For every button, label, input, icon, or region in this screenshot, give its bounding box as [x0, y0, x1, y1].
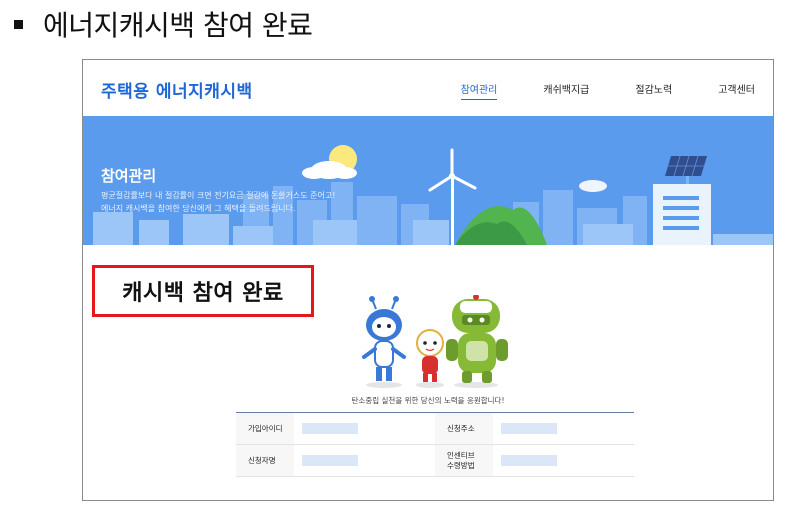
website-screenshot: 주택용 에너지캐시백 참여관리 캐쉬백지급 절감노력 고객센터 참여관리 평균절… — [82, 59, 774, 501]
label-applicant-name: 신청자명 — [236, 445, 294, 476]
encouragement-message: 탄소중립 실천을 위한 당신의 노력을 응원합니다! — [351, 396, 505, 405]
table-row: 가입아이디 신청주소 — [236, 413, 634, 445]
nav-item-saving-effort[interactable]: 절감노력 — [635, 81, 672, 100]
nav-menu: 참여관리 캐쉬백지급 절감노력 고객센터 — [415, 81, 755, 100]
label-incentive-method-line: 수령방법 — [447, 460, 475, 470]
value-applicant-name — [294, 445, 435, 476]
main-content: 캐시백 참여 완료 탄소중립 실천을 위한 당신의 노력을 응원합니다! 가입아… — [83, 245, 773, 500]
table-row: 신청자명 인센티브 수령방법 — [236, 445, 634, 477]
banner-description-line: 평균절감률보다 내 절감률이 크면 전기요금 절감에 돈쓸거스도 준어고! — [101, 191, 336, 200]
nav-item-cashback-payment[interactable]: 캐쉬백지급 — [543, 81, 589, 100]
document-heading: 에너지캐시백 참여 완료 — [6, 4, 313, 44]
nav-item-customer-center[interactable]: 고객센터 — [718, 81, 755, 100]
label-user-id: 가입아이디 — [236, 413, 294, 444]
mascot-characters-illustration — [362, 295, 508, 388]
value-application-address — [493, 413, 634, 444]
value-incentive-method — [493, 445, 634, 476]
label-application-address: 신청주소 — [435, 413, 493, 444]
completion-callout-text: 캐시백 참여 완료 — [122, 281, 284, 306]
label-incentive-method-line: 인센티브 — [447, 450, 475, 460]
redacted-value-bar — [501, 423, 557, 434]
top-navigation: 주택용 에너지캐시백 참여관리 캐쉬백지급 절감노력 고객센터 — [83, 60, 773, 116]
nav-item-participation[interactable]: 참여관리 — [460, 81, 498, 100]
value-user-id — [294, 413, 435, 444]
redacted-value-bar — [501, 455, 557, 466]
redacted-value-bar — [302, 423, 358, 434]
label-incentive-method: 인센티브 수령방법 — [435, 445, 493, 476]
square-bullet-icon — [14, 19, 23, 29]
banner-title: 참여관리 — [101, 167, 157, 185]
banner-description: 평균절감률보다 내 절감률이 크면 전기요금 절감에 돈쓸거스도 준어고! 에너… — [101, 189, 401, 215]
completion-callout-box: 캐시백 참여 완료 — [92, 265, 314, 317]
redacted-value-bar — [302, 455, 358, 466]
participation-info-table: 가입아이디 신청주소 신청자명 인센티브 수령방법 — [236, 412, 634, 477]
banner-description-line: 에너지 캐시백을 참여한 당신에게 그 혜택을 돌려드립니다. — [101, 204, 296, 213]
brand-logo[interactable]: 주택용 에너지캐시백 — [101, 77, 253, 102]
hero-banner: 참여관리 평균절감률보다 내 절감률이 크면 전기요금 절감에 돈쓸거스도 준어… — [83, 116, 773, 245]
city-skyline-illustration — [93, 145, 773, 245]
document-title: 에너지캐시백 참여 완료 — [43, 9, 313, 42]
